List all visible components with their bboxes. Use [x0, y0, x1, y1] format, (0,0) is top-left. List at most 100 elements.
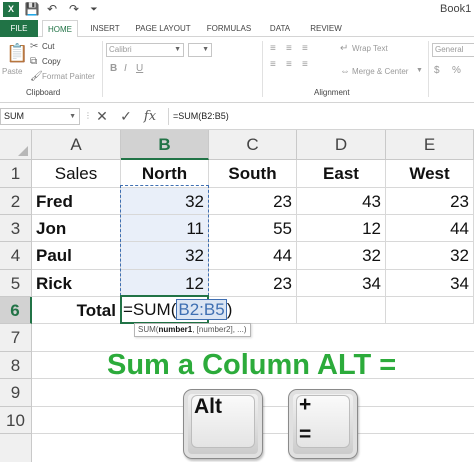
cell-e4[interactable]: 32: [386, 242, 474, 270]
font-name-combo[interactable]: Calibri ▼: [106, 43, 184, 57]
format-painter-button[interactable]: Format Painter: [42, 72, 95, 81]
tab-home[interactable]: HOME: [42, 20, 78, 38]
function-tooltip: SUM(number1, [number2], ...): [134, 323, 251, 337]
italic-button[interactable]: I: [124, 63, 127, 74]
cell-b1[interactable]: North: [121, 160, 209, 188]
tab-review[interactable]: REVIEW: [304, 20, 348, 37]
ribbon-home: 📋 Paste ✂ Cut ⧉ Copy 🖌 Format Painter Cl…: [0, 37, 474, 103]
cell-a5[interactable]: Rick: [32, 270, 121, 297]
name-box[interactable]: SUM ▼: [0, 108, 80, 125]
percent-button[interactable]: %: [452, 65, 461, 76]
empty-row-7[interactable]: [32, 324, 474, 352]
redo-icon[interactable]: ↷: [66, 2, 82, 17]
cell-a3[interactable]: Jon: [32, 215, 121, 242]
cell-a4[interactable]: Paul: [32, 242, 121, 270]
cell-b5[interactable]: 12: [121, 270, 209, 297]
copy-button[interactable]: Copy: [42, 57, 61, 66]
row-header-1[interactable]: 1: [0, 160, 32, 188]
paste-icon[interactable]: 📋: [6, 43, 28, 63]
tab-formulas[interactable]: FORMULAS: [202, 20, 256, 37]
align-center-icon[interactable]: ≡: [286, 59, 292, 71]
cell-a6[interactable]: Total: [32, 297, 121, 324]
cell-d3[interactable]: 12: [297, 215, 386, 242]
wrap-text-button[interactable]: Wrap Text: [352, 44, 388, 53]
column-header-e[interactable]: E: [386, 130, 474, 160]
cell-e5[interactable]: 34: [386, 270, 474, 297]
cell-d2[interactable]: 43: [297, 188, 386, 215]
column-header-a[interactable]: A: [32, 130, 121, 160]
cell-a1[interactable]: Sales: [32, 160, 121, 188]
row-header-4[interactable]: 4: [0, 242, 32, 270]
cell-c2[interactable]: 23: [209, 188, 297, 215]
merge-center-button[interactable]: Merge & Center: [352, 67, 408, 76]
chevron-down-icon[interactable]: ▼: [416, 67, 423, 74]
cell-c5[interactable]: 23: [209, 270, 297, 297]
cell-b6-formula[interactable]: =SUM(B2:B5): [123, 297, 232, 323]
tab-page-layout[interactable]: PAGE LAYOUT: [132, 20, 194, 37]
align-right-icon[interactable]: ≡: [302, 59, 308, 71]
align-middle-icon[interactable]: ≡: [286, 43, 292, 55]
formula-bar-grip: ⋮: [84, 111, 92, 120]
cell-c4[interactable]: 44: [209, 242, 297, 270]
alignment-group-label: Alignment: [314, 88, 350, 97]
cell-d4[interactable]: 32: [297, 242, 386, 270]
customize-toolbar-icon[interactable]: ⏷: [88, 2, 100, 17]
cell-a2[interactable]: Fred: [32, 188, 121, 215]
select-all-triangle-icon: [18, 146, 28, 156]
cut-button[interactable]: Cut: [42, 42, 54, 51]
cell-b4[interactable]: 32: [121, 242, 209, 270]
cell-d5[interactable]: 34: [297, 270, 386, 297]
chevron-down-icon: ▼: [202, 46, 209, 53]
wrap-text-icon[interactable]: ↵: [340, 43, 348, 55]
cell-e6[interactable]: [386, 297, 474, 324]
align-bottom-icon[interactable]: ≡: [302, 43, 308, 55]
currency-button[interactable]: $: [434, 65, 440, 76]
row-header-9[interactable]: 9: [0, 379, 32, 407]
cell-e3[interactable]: 44: [386, 215, 474, 242]
merge-center-icon[interactable]: ⇔: [340, 66, 350, 78]
cell-e1[interactable]: West: [386, 160, 474, 188]
row-header-6[interactable]: 6: [0, 297, 32, 324]
row-header-10[interactable]: 10: [0, 407, 32, 434]
formula-range-ref: B2:B5: [176, 299, 227, 320]
insert-function-button[interactable]: fx: [140, 108, 160, 125]
tab-insert[interactable]: INSERT: [86, 20, 124, 37]
select-all-corner[interactable]: [0, 130, 32, 160]
row-header-3[interactable]: 3: [0, 215, 32, 242]
font-name-value: Calibri: [109, 45, 132, 54]
cell-c1[interactable]: South: [209, 160, 297, 188]
cell-d6[interactable]: [297, 297, 386, 324]
row-header-2[interactable]: 2: [0, 188, 32, 215]
cell-e2[interactable]: 23: [386, 188, 474, 215]
cut-icon[interactable]: ✂: [30, 41, 38, 53]
cell-b2[interactable]: 32: [121, 188, 209, 215]
formula-input[interactable]: =SUM(B2:B5): [168, 108, 474, 125]
enter-icon[interactable]: ✓: [116, 108, 136, 125]
align-left-icon[interactable]: ≡: [270, 59, 276, 71]
tooltip-rest: , [number2], ...): [192, 325, 247, 334]
column-header-c[interactable]: C: [209, 130, 297, 160]
row-header-5[interactable]: 5: [0, 270, 32, 297]
tab-data[interactable]: DATA: [264, 20, 296, 37]
cell-b3[interactable]: 11: [121, 215, 209, 242]
alt-key-label: Alt: [194, 395, 222, 418]
column-header-b[interactable]: B: [121, 130, 209, 160]
undo-icon[interactable]: ↶: [44, 2, 60, 17]
cell-d1[interactable]: East: [297, 160, 386, 188]
bold-button[interactable]: B: [110, 63, 117, 74]
format-painter-icon[interactable]: 🖌: [30, 71, 43, 83]
row-header-7[interactable]: 7: [0, 324, 32, 352]
save-icon[interactable]: 💾: [24, 2, 40, 17]
tab-file[interactable]: FILE: [0, 20, 38, 37]
row-header-8[interactable]: 8: [0, 352, 32, 379]
paste-button[interactable]: Paste: [2, 67, 22, 76]
copy-icon[interactable]: ⧉: [30, 56, 37, 68]
column-header-d[interactable]: D: [297, 130, 386, 160]
row-header-11[interactable]: [0, 434, 32, 462]
font-size-combo[interactable]: ▼: [188, 43, 212, 57]
align-top-icon[interactable]: ≡: [270, 43, 276, 55]
number-format-combo[interactable]: General: [432, 43, 474, 57]
underline-button[interactable]: U: [136, 63, 143, 74]
cell-c3[interactable]: 55: [209, 215, 297, 242]
cancel-icon[interactable]: ✕: [92, 108, 112, 125]
